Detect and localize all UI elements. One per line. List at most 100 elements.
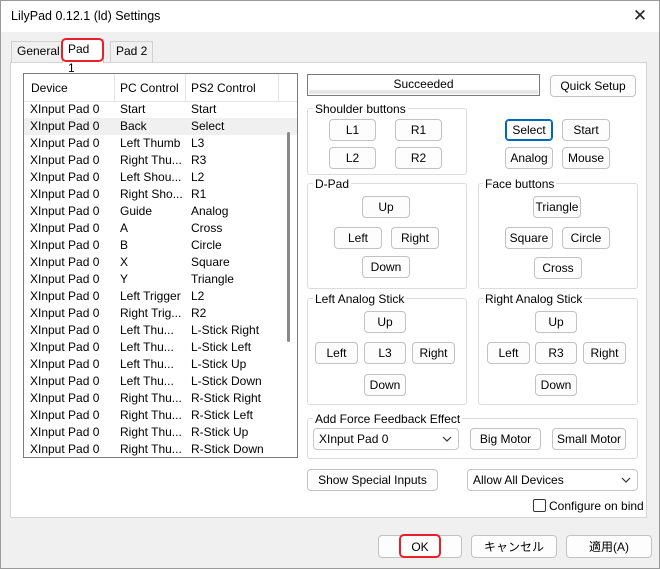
table-row[interactable]: XInput Pad 0 Guide Analog [24,203,297,220]
column-divider[interactable] [185,74,186,102]
column-divider[interactable] [278,74,279,102]
right-stick-down-button[interactable]: Down [535,374,577,396]
tab-pad-2[interactable]: Pad 2 [110,41,154,62]
dpad-right-button[interactable]: Right [391,227,439,249]
column-header-pc-control[interactable]: PC Control [120,81,179,95]
cell-ps2-control: R-Stick Right [191,391,262,405]
cell-pc-control: B [120,238,129,252]
list-scrollbar-thumb[interactable] [287,132,290,342]
cell-ps2-control: R-Stick Down [191,442,264,456]
right-stick-left-button[interactable]: Left [487,342,530,364]
left-stick-up-button[interactable]: Up [364,311,406,333]
dpad-up-button[interactable]: Up [362,196,410,218]
right-stick-up-button[interactable]: Up [535,311,577,333]
device-filter-value: Allow All Devices [473,473,564,487]
cell-device: XInput Pad 0 [30,323,100,337]
force-feedback-device-select[interactable]: XInput Pad 0 [313,428,459,450]
column-header-ps2-control[interactable]: PS2 Control [191,81,256,95]
cell-pc-control: Left Thumb [120,136,181,150]
cell-pc-control: Left Thu... [120,340,174,354]
column-header-device[interactable]: Device [31,81,68,95]
window-title: LilyPad 0.12.1 (ld) Settings [11,9,161,23]
table-row[interactable]: XInput Pad 0 X Square [24,254,297,271]
table-row[interactable]: XInput Pad 0 Right Thu... R3 [24,152,297,169]
column-divider[interactable] [114,74,115,102]
left-stick-down-button[interactable]: Down [364,374,406,396]
cell-ps2-control: L-Stick Left [191,340,252,354]
table-row[interactable]: XInput Pad 0 Left Thu... L-Stick Right [24,322,297,339]
table-row[interactable]: XInput Pad 0 Left Trigger L2 [24,288,297,305]
cell-ps2-control: L3 [191,136,205,150]
cell-device: XInput Pad 0 [30,136,100,150]
square-button[interactable]: Square [505,227,553,249]
table-row[interactable]: XInput Pad 0 Right Thu... R-Stick Right [24,390,297,407]
left-stick-left-button[interactable]: Left [315,342,358,364]
left-stick-right-button[interactable]: Right [412,342,455,364]
table-row[interactable]: XInput Pad 0 Right Sho... R1 [24,186,297,203]
r2-button[interactable]: R2 [395,147,442,169]
start-button[interactable]: Start [562,119,610,141]
right-stick-right-button[interactable]: Right [583,342,626,364]
binding-list[interactable]: Device PC Control PS2 Control XInput Pad… [23,73,298,458]
l2-button[interactable]: L2 [329,147,376,169]
table-row[interactable]: XInput Pad 0 Left Thumb L3 [24,135,297,152]
table-row[interactable]: XInput Pad 0 Right Thu... R-Stick Up [24,424,297,441]
force-feedback-label: Add Force Feedback Effect [313,412,463,426]
cell-ps2-control: L2 [191,170,205,184]
cell-pc-control: Left Thu... [120,374,174,388]
mouse-button[interactable]: Mouse [562,147,610,169]
device-filter-select[interactable]: Allow All Devices [467,469,638,491]
cell-pc-control: Left Shou... [120,170,182,184]
table-row[interactable]: XInput Pad 0 Right Thu... R-Stick Left [24,407,297,424]
big-motor-button[interactable]: Big Motor [470,428,541,450]
table-row[interactable]: XInput Pad 0 Left Thu... L-Stick Down [24,373,297,390]
show-special-inputs-button[interactable]: Show Special Inputs [307,469,438,491]
table-row[interactable]: XInput Pad 0 A Cross [24,220,297,237]
cell-device: XInput Pad 0 [30,102,100,116]
table-row[interactable]: XInput Pad 0 Right Trig... R2 [24,305,297,322]
dpad-left-button[interactable]: Left [334,227,382,249]
configure-on-bind-checkbox[interactable] [533,499,546,512]
small-motor-button[interactable]: Small Motor [552,428,626,450]
l1-button[interactable]: L1 [329,119,376,141]
table-row[interactable]: XInput Pad 0 Left Thu... L-Stick Up [24,356,297,373]
quick-setup-button[interactable]: Quick Setup [550,75,636,97]
tab-highlight-annotation [61,38,104,62]
ok-highlight-annotation [399,534,441,558]
close-icon[interactable]: ✕ [627,3,653,29]
cross-button[interactable]: Cross [534,257,582,279]
cell-pc-control: Right Thu... [120,442,182,456]
dpad-down-button[interactable]: Down [362,256,410,278]
triangle-button[interactable]: Triangle [533,196,581,218]
apply-button[interactable]: 適用(A) [566,535,652,558]
cancel-button[interactable]: キャンセル [471,535,557,558]
table-row[interactable]: XInput Pad 0 Left Shou... L2 [24,169,297,186]
table-row[interactable]: XInput Pad 0 Y Triangle [24,271,297,288]
table-row[interactable]: XInput Pad 0 Left Thu... L-Stick Left [24,339,297,356]
status-box: Succeeded [307,74,540,96]
cell-ps2-control: L2 [191,289,205,303]
cell-pc-control: A [120,221,129,235]
circle-button[interactable]: Circle [562,227,610,249]
select-button[interactable]: Select [505,119,553,141]
cell-device: XInput Pad 0 [30,357,100,371]
cell-device: XInput Pad 0 [30,221,100,235]
cell-pc-control: Back [120,119,147,133]
analog-button[interactable]: Analog [505,147,553,169]
cell-pc-control: Start [120,102,146,116]
table-row[interactable]: XInput Pad 0 Back Select [24,118,297,135]
r1-button[interactable]: R1 [395,119,442,141]
l3-button[interactable]: L3 [364,342,406,364]
cell-device: XInput Pad 0 [30,204,100,218]
tab-general[interactable]: General [11,41,66,62]
cell-device: XInput Pad 0 [30,187,100,201]
r3-button[interactable]: R3 [535,342,577,364]
table-row[interactable]: XInput Pad 0 Start Start [24,101,297,118]
table-row[interactable]: XInput Pad 0 B Circle [24,237,297,254]
configure-on-bind-label[interactable]: Configure on bind [549,499,644,513]
cell-device: XInput Pad 0 [30,119,100,133]
cell-ps2-control: R-Stick Up [191,425,249,439]
left-stick-label: Left Analog Stick [313,292,407,306]
cell-pc-control: Right Sho... [120,187,183,201]
table-row[interactable]: XInput Pad 0 Right Thu... R-Stick Down [24,441,297,457]
